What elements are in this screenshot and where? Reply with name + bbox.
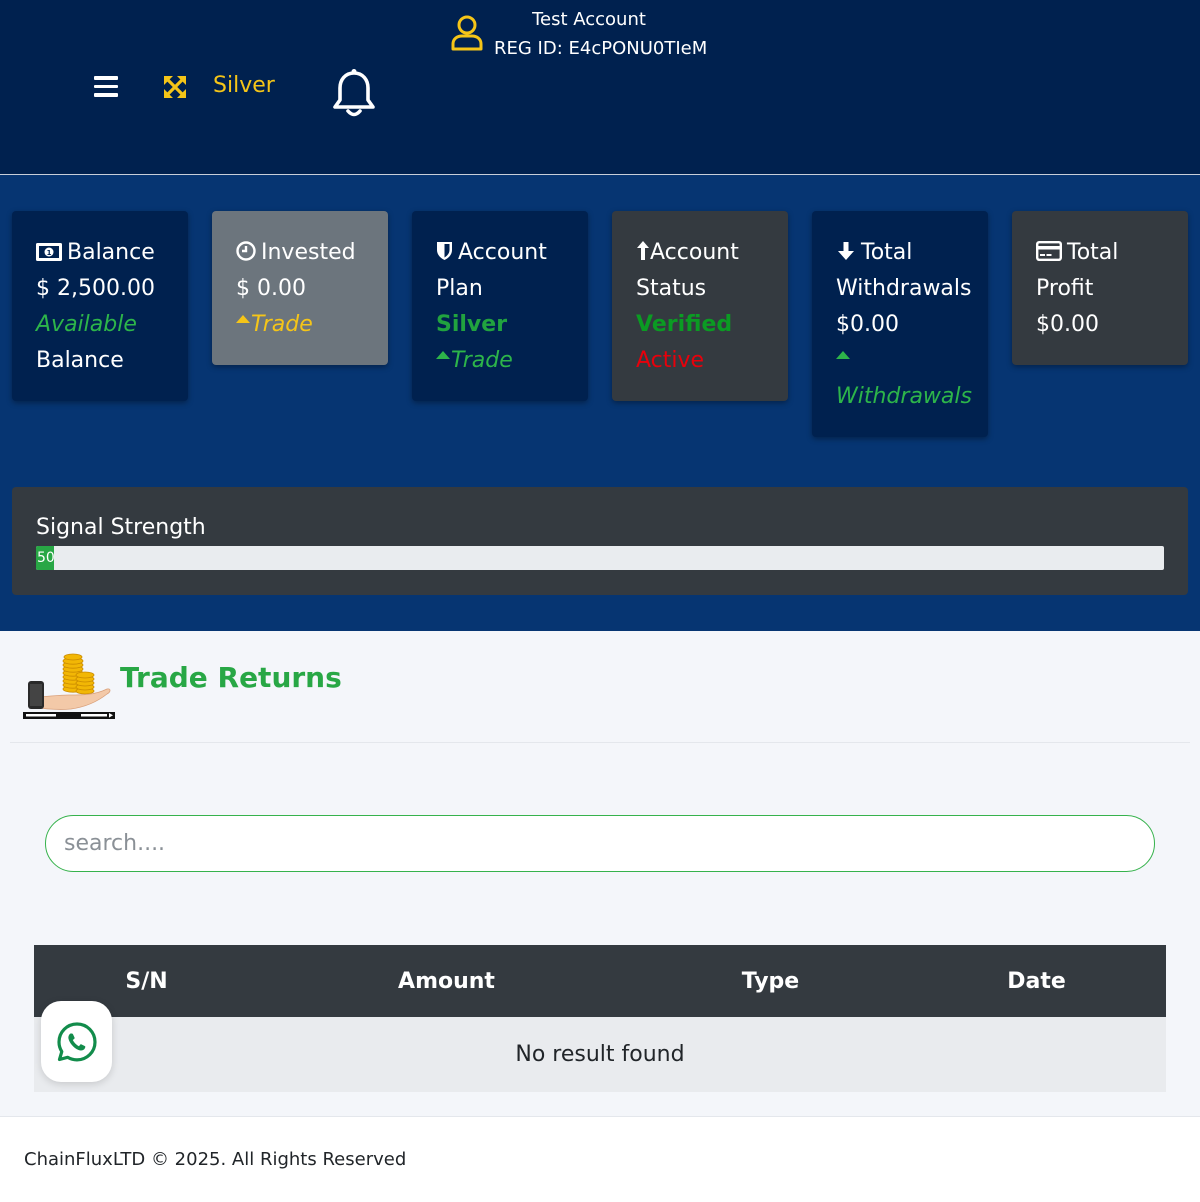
svg-text:1: 1 [47, 249, 52, 257]
search-input[interactable] [45, 815, 1155, 872]
plan-title-2: Plan [436, 276, 483, 301]
balance-title: Balance [67, 240, 155, 265]
plan-value: Silver [436, 312, 508, 337]
clock-icon [236, 241, 256, 261]
whatsapp-icon [56, 1021, 97, 1061]
withdrawals-title-2: Withdrawals [836, 276, 972, 301]
balance-sub-available: Available [36, 312, 137, 337]
top-navbar: Silver Test Account REG ID: E4cPONU0TIeM [0, 0, 1200, 175]
arrow-down-icon [838, 242, 854, 260]
withdrawals-amount: $0.00 [836, 312, 899, 337]
column-header-date[interactable]: Date [907, 945, 1166, 1017]
signal-strength-bar: 50 [36, 546, 1164, 570]
invested-card: Invested $ 0.00 Trade [212, 211, 388, 365]
column-header-amount[interactable]: Amount [259, 945, 634, 1017]
table-header-row: S/N Amount Type Date [34, 945, 1166, 1017]
plan-title-1: Account [458, 240, 547, 265]
status-title-1: Account [650, 240, 739, 265]
column-header-type[interactable]: Type [634, 945, 907, 1017]
hamburger-menu-icon[interactable] [94, 76, 118, 97]
trade-returns-table: S/N Amount Type Date No result found [34, 945, 1166, 1092]
invested-trade-link[interactable]: Trade [236, 307, 376, 343]
coins-in-hand-icon [23, 653, 115, 719]
total-withdrawals-card: Total Withdrawals $0.00 Withdrawals [812, 211, 988, 437]
dashboard-panel: 1 Balance $ 2,500.00 Available Balance In… [0, 175, 1200, 631]
profit-title-1: Total [1067, 240, 1119, 265]
status-active-label: Active [636, 348, 705, 373]
bell-icon[interactable] [331, 67, 377, 119]
status-verified-badge: Verified [636, 312, 733, 337]
user-icon[interactable] [450, 14, 484, 52]
withdrawals-title-1: Total [861, 240, 913, 265]
total-profit-card: Total Profit $0.00 [1012, 211, 1188, 365]
caret-up-icon [836, 351, 850, 359]
trade-returns-header: Trade Returns [10, 631, 1190, 743]
plan-trade-link[interactable]: Trade [436, 343, 576, 379]
signal-strength-title: Signal Strength [36, 515, 206, 540]
signal-strength-fill: 50 [36, 546, 55, 570]
account-plan-card: Account Plan Silver Trade [412, 211, 588, 401]
status-title-2: Status [636, 276, 707, 301]
caret-up-icon [236, 315, 250, 323]
reg-id: REG ID: E4cPONU0TIeM [494, 38, 708, 59]
balance-sub-balance: Balance [36, 348, 124, 373]
trade-returns-title: Trade Returns [120, 661, 342, 694]
plan-label: Silver [213, 73, 275, 98]
copyright-text: ChainFluxLTD © 2025. All Rights Reserved [24, 1149, 407, 1170]
balance-card: 1 Balance $ 2,500.00 Available Balance [12, 211, 188, 401]
shield-icon [437, 242, 452, 260]
balance-amount: $ 2,500.00 [36, 276, 155, 301]
profit-title-2: Profit [1036, 276, 1094, 301]
money-bill-icon: 1 [36, 243, 62, 261]
empty-table-message: No result found [34, 1017, 1166, 1092]
account-name: Test Account [532, 9, 646, 30]
whatsapp-chat-button[interactable] [41, 1001, 112, 1082]
footer: ChainFluxLTD © 2025. All Rights Reserved [0, 1116, 1200, 1202]
profit-amount: $0.00 [1036, 312, 1099, 337]
invested-title: Invested [261, 240, 356, 265]
account-status-card: Account Status Verified Active [612, 211, 788, 401]
caret-up-icon [436, 351, 450, 359]
withdrawals-link[interactable]: Withdrawals [836, 343, 976, 415]
expand-arrows-icon[interactable] [162, 74, 188, 100]
invested-amount: $ 0.00 [236, 276, 306, 301]
signal-strength-panel: Signal Strength 50 [12, 487, 1188, 595]
arrow-up-icon [637, 241, 649, 260]
table-row: No result found [34, 1017, 1166, 1092]
credit-card-icon [1036, 241, 1062, 261]
